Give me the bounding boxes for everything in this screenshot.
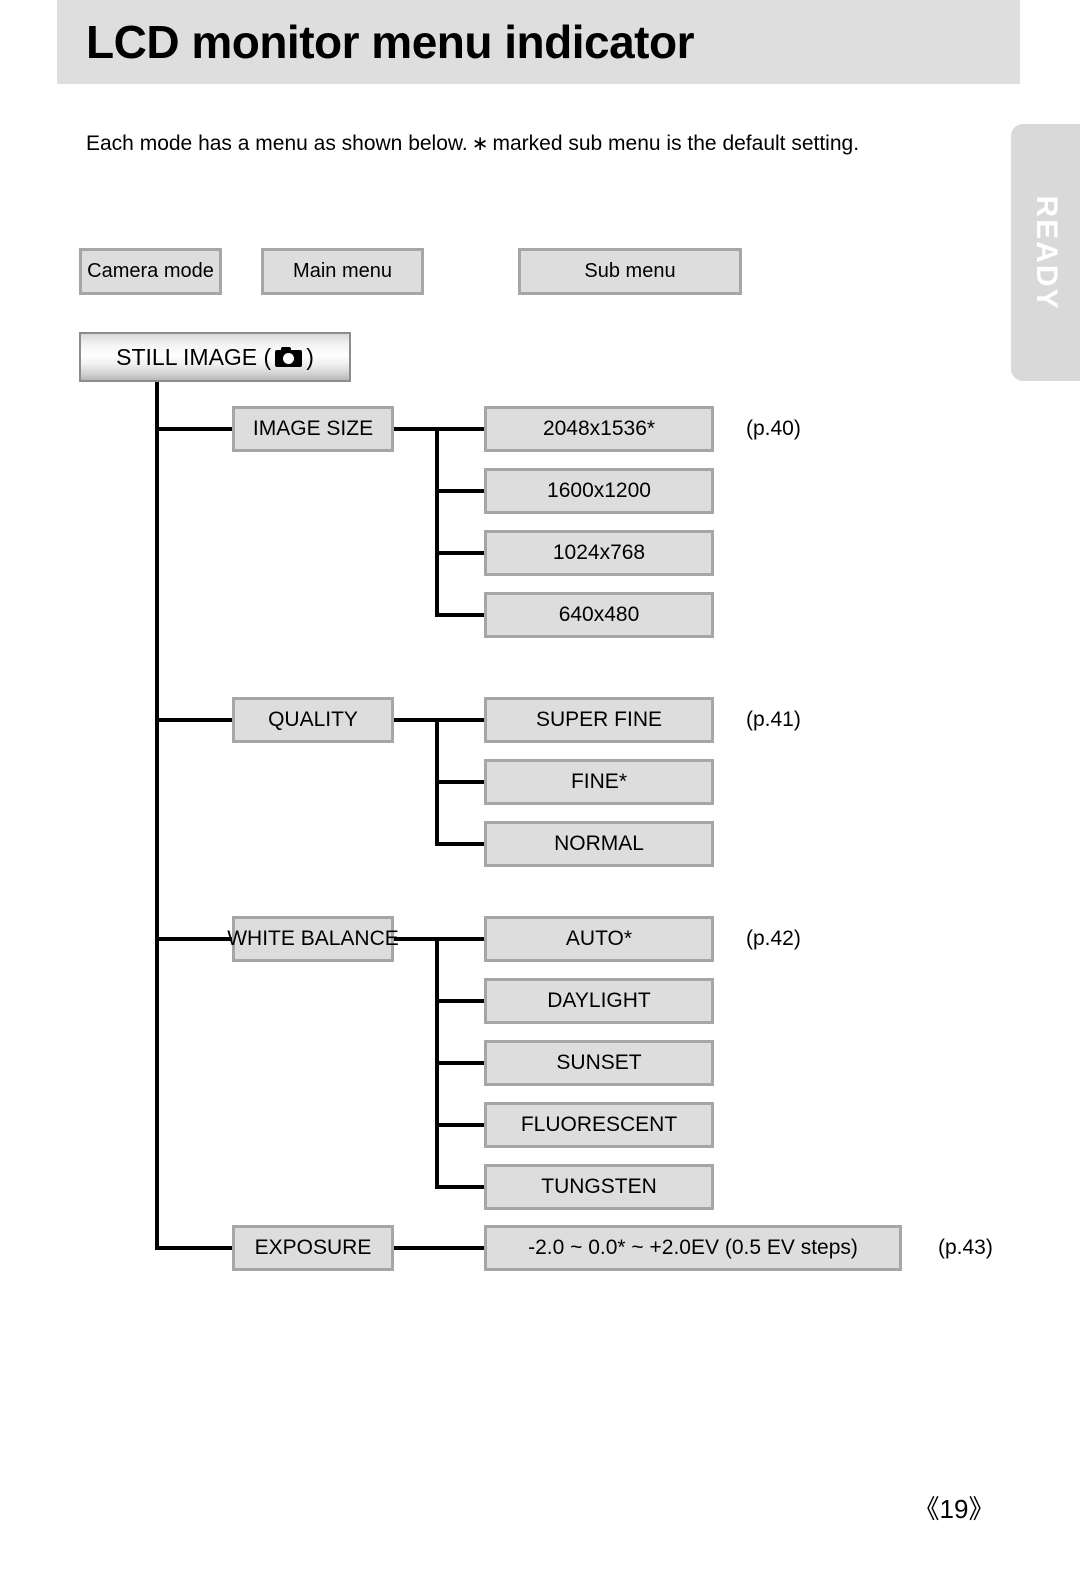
branch-line-image-size (155, 427, 234, 431)
sub-menu-image-size-1[interactable]: 2048x1536* (484, 406, 714, 452)
sub-menu-wb-2[interactable]: DAYLIGHT (484, 978, 714, 1024)
sub-menu-label: SUPER FINE (535, 708, 663, 731)
main-menu-white-balance[interactable]: WHITE BALANCE (227, 916, 399, 962)
sub-menu-label: -2.0 ~ 0.0* ~ +2.0EV (0.5 EV steps) (528, 1236, 858, 1259)
ready-tab-label: READY (1029, 194, 1063, 311)
sub-stub-wb-4 (435, 1123, 485, 1127)
sub-menu-wb-1[interactable]: AUTO* (484, 916, 714, 962)
page-title: LCD monitor menu indicator (86, 16, 695, 68)
sub-menu-quality-2[interactable]: FINE* (484, 759, 714, 805)
manual-page: LCD monitor menu indicator READY Each mo… (0, 0, 1080, 1577)
sub-menu-label: 640x480 (558, 603, 640, 626)
sub-stub-image-size-3 (435, 551, 485, 555)
sub-trunk-image-size (435, 427, 439, 617)
legend-sub-menu: Sub menu (518, 248, 742, 295)
sub-menu-image-size-3[interactable]: 1024x768 (484, 530, 714, 576)
connector-image-size-to-subs (394, 427, 439, 431)
camera-mode-label-after: ) (306, 343, 314, 370)
trunk-line-vertical (155, 382, 159, 1250)
sub-menu-label: 1600x1200 (547, 479, 651, 502)
legend-camera-mode: Camera mode (79, 248, 222, 295)
legend-sub-menu-label: Sub menu (584, 260, 676, 282)
legend-main-menu: Main menu (261, 248, 424, 295)
intro-part-1: Each mode has a menu as shown below. (86, 132, 468, 155)
branch-line-white-balance (155, 937, 234, 941)
intro-text: Each mode has a menu as shown below. ∗ mar… (86, 131, 859, 157)
sub-menu-wb-4[interactable]: FLUORESCENT (484, 1102, 714, 1148)
camera-mode-label-before: STILL IMAGE ( (116, 343, 272, 370)
camera-icon (275, 347, 303, 367)
branch-line-exposure (155, 1246, 234, 1250)
main-menu-white-balance-label: WHITE BALANCE (227, 927, 399, 950)
sub-menu-label: TUNGSTEN (541, 1175, 657, 1198)
page-ref-image-size: (p.40) (746, 417, 801, 440)
sub-stub-quality-3 (435, 842, 485, 846)
main-menu-image-size[interactable]: IMAGE SIZE (232, 406, 394, 452)
page-ref-exposure: (p.43) (938, 1236, 993, 1259)
sub-menu-exposure-1[interactable]: -2.0 ~ 0.0* ~ +2.0EV (0.5 EV steps) (484, 1225, 902, 1271)
sub-menu-label: 2048x1536* (542, 417, 656, 440)
ready-side-tab[interactable]: READY (1011, 124, 1080, 381)
main-menu-quality[interactable]: QUALITY (232, 697, 394, 743)
sub-menu-label: FINE* (570, 770, 627, 793)
intro-part-2: marked sub menu is the default setting. (492, 132, 860, 155)
sub-menu-label: NORMAL (554, 832, 644, 855)
sub-menu-label: AUTO* (565, 927, 633, 950)
connector-white-balance-to-subs (394, 937, 439, 941)
sub-stub-wb-1 (435, 937, 485, 941)
main-menu-exposure-label: EXPOSURE (254, 1236, 372, 1259)
sub-stub-wb-5 (435, 1185, 485, 1189)
sub-menu-label: SUNSET (556, 1051, 642, 1074)
legend-main-menu-label: Main menu (293, 260, 392, 282)
branch-line-quality (155, 718, 234, 722)
sub-menu-image-size-4[interactable]: 640x480 (484, 592, 714, 638)
asterisk-symbol: ∗ (471, 133, 489, 155)
sub-stub-image-size-2 (435, 489, 485, 493)
connector-quality-to-subs (394, 718, 439, 722)
page-ref-white-balance: (p.42) (746, 927, 801, 950)
main-menu-quality-label: QUALITY (268, 708, 358, 731)
footer-page-number: 《19》 (0, 1489, 1080, 1526)
sub-stub-wb-3 (435, 1061, 485, 1065)
sub-menu-label: 1024x768 (552, 541, 646, 564)
sub-menu-wb-5[interactable]: TUNGSTEN (484, 1164, 714, 1210)
legend-camera-mode-label: Camera mode (87, 260, 214, 282)
sub-menu-image-size-2[interactable]: 1600x1200 (484, 468, 714, 514)
sub-stub-quality-1 (435, 718, 485, 722)
page-number-value: 《19》 (913, 1494, 995, 1524)
main-menu-exposure[interactable]: EXPOSURE (232, 1225, 394, 1271)
sub-stub-wb-2 (435, 999, 485, 1003)
page-ref-quality: (p.41) (746, 708, 801, 731)
sub-menu-label: DAYLIGHT (547, 989, 651, 1012)
camera-mode-still-image[interactable]: STILL IMAGE ( ) (79, 332, 351, 382)
sub-menu-wb-3[interactable]: SUNSET (484, 1040, 714, 1086)
sub-stub-image-size-4 (435, 613, 485, 617)
main-menu-image-size-label: IMAGE SIZE (252, 417, 374, 440)
sub-stub-quality-2 (435, 780, 485, 784)
sub-menu-quality-1[interactable]: SUPER FINE (484, 697, 714, 743)
sub-stub-image-size-1 (435, 427, 485, 431)
sub-menu-label: FLUORESCENT (520, 1113, 678, 1136)
connector-exposure-to-sub (394, 1246, 485, 1250)
sub-menu-quality-3[interactable]: NORMAL (484, 821, 714, 867)
